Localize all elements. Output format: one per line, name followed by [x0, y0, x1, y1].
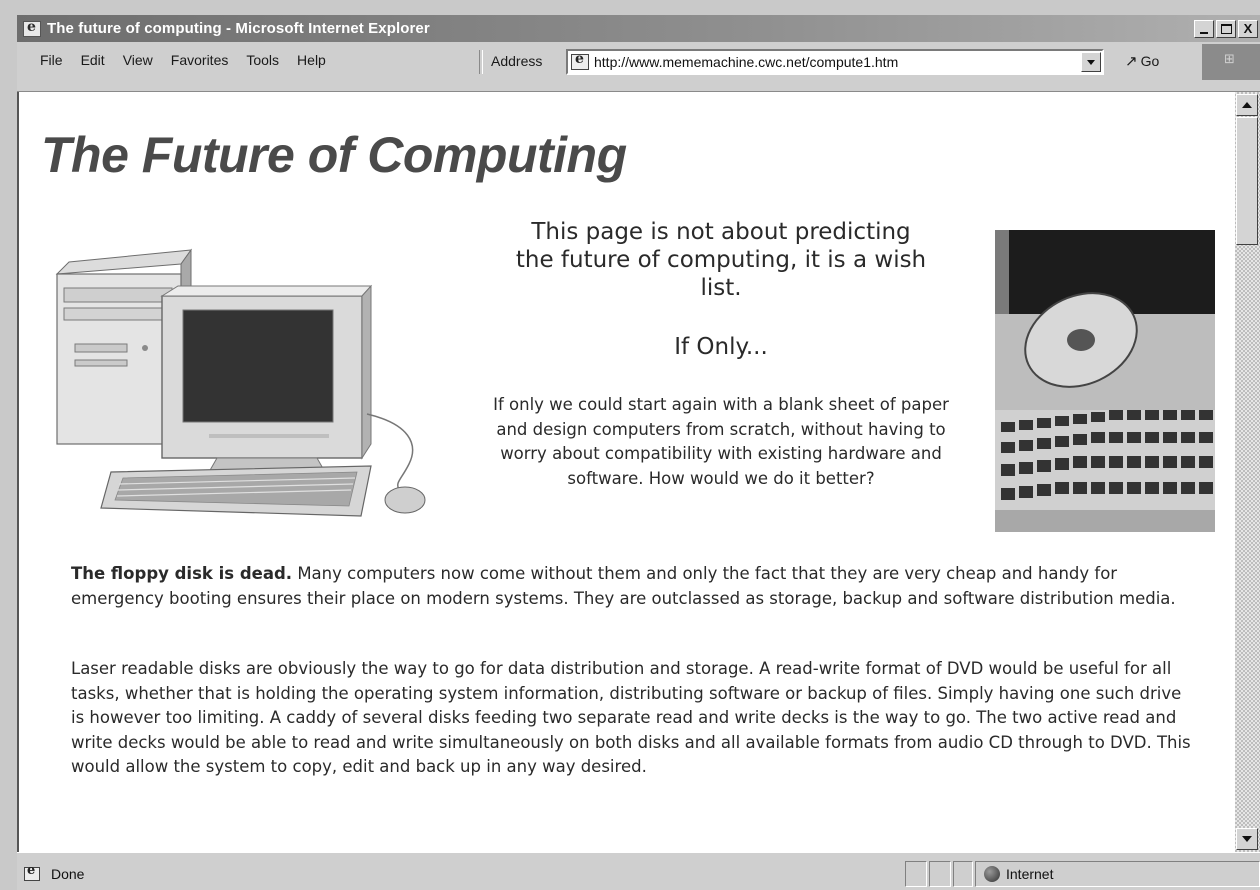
ie-logo-icon	[23, 19, 41, 37]
status-text: Done	[51, 866, 85, 882]
title-bar: The future of computing - Microsoft Inte…	[17, 15, 1260, 42]
go-arrow-icon: ↗	[1125, 52, 1138, 70]
menu-file[interactable]: File	[31, 52, 72, 68]
menu-favorites[interactable]: Favorites	[162, 52, 238, 68]
address-dropdown-button[interactable]	[1081, 52, 1101, 72]
menu-help[interactable]: Help	[288, 52, 335, 68]
page-content: The Future of Computing This page is not…	[17, 92, 1235, 852]
menu-bar: File Edit View Favorites Tools Help	[31, 52, 335, 68]
go-button[interactable]: ↗ Go	[1125, 52, 1159, 70]
floppy-paragraph: The floppy disk is dead. Many computers …	[71, 562, 1191, 611]
address-field[interactable]: http://www.mememachine.cwc.net/compute1.…	[566, 49, 1104, 75]
scroll-down-button[interactable]	[1236, 828, 1258, 850]
floppy-bold-lead: The floppy disk is dead.	[71, 564, 293, 583]
go-label: Go	[1140, 53, 1160, 69]
menu-view[interactable]: View	[114, 52, 162, 68]
zone-label: Internet	[1006, 866, 1054, 882]
address-label: Address	[491, 53, 543, 69]
links-button[interactable]	[1202, 44, 1260, 80]
status-bar: Done Internet	[17, 852, 1260, 890]
status-panel	[905, 861, 927, 887]
laser-disks-paragraph: Laser readable disks are obviously the w…	[71, 659, 1191, 776]
status-panel	[953, 861, 973, 887]
status-panel	[929, 861, 951, 887]
toolbar-divider	[479, 50, 483, 74]
address-url[interactable]: http://www.mememachine.cwc.net/compute1.…	[594, 54, 1081, 70]
scroll-thumb[interactable]	[1236, 117, 1258, 245]
desktop-computer-image	[55, 248, 426, 517]
scroll-up-button[interactable]	[1236, 94, 1258, 116]
vertical-scrollbar[interactable]	[1235, 92, 1260, 852]
menu-tools[interactable]: Tools	[237, 52, 288, 68]
close-button[interactable]: X	[1238, 19, 1258, 38]
page-status-icon	[24, 863, 40, 881]
if-only-heading: If Only...	[674, 334, 768, 360]
page-icon	[571, 51, 589, 70]
page-title: The Future of Computing	[41, 127, 627, 183]
toolbar: File Edit View Favorites Tools Help Addr…	[17, 42, 1260, 92]
keyboard-and-disks-photo	[995, 230, 1215, 532]
maximize-button[interactable]	[1216, 19, 1236, 38]
window-controls: X	[1194, 19, 1258, 38]
wish-paragraph: If only we could start again with a blan…	[493, 395, 949, 488]
minimize-button[interactable]	[1194, 19, 1214, 38]
menu-edit[interactable]: Edit	[72, 52, 114, 68]
intro-text: This page is not about predicting the fu…	[515, 219, 927, 301]
security-zone: Internet	[975, 861, 1260, 887]
window-title: The future of computing - Microsoft Inte…	[47, 20, 430, 37]
globe-icon	[984, 866, 1000, 882]
